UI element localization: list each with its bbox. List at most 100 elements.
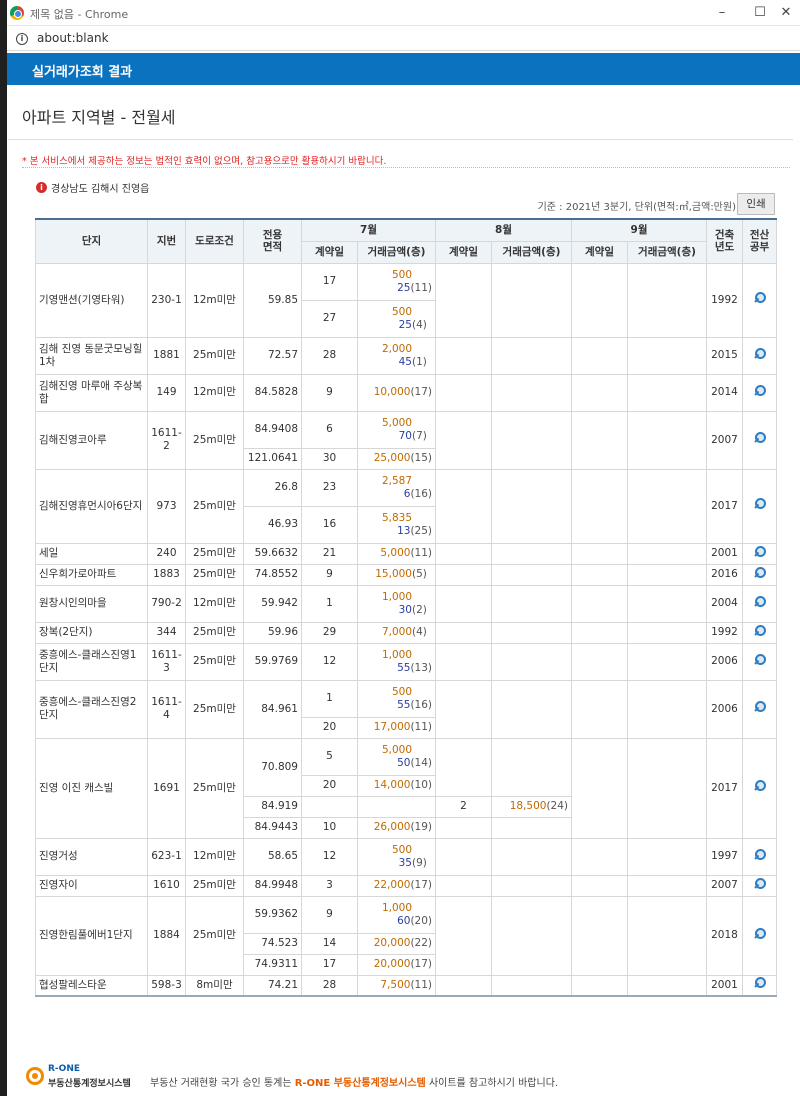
magnifier-icon[interactable] [754,848,766,861]
table-row: 원창시인의마을 790-2 12m미만 59.942 1 1,000 30(2) … [35,584,777,623]
magnifier-icon[interactable] [754,624,766,637]
col-registry: 전산 공부 [742,218,777,264]
road-condition: 25m미만 [185,679,244,739]
lot-number: 230-1 [147,262,186,338]
built-year: 2001 [706,974,743,997]
area-value: 74.8552 [243,563,302,586]
magnifier-icon[interactable] [754,545,766,558]
built-year: 2016 [706,563,743,586]
detail-link[interactable] [742,874,777,897]
lot-number: 1691 [147,737,186,839]
detail-link[interactable] [742,837,777,876]
contract-day: 10 [301,816,358,839]
detail-link[interactable] [742,410,777,470]
maximize-icon[interactable]: ☐ [750,3,770,23]
url-text[interactable]: about:blank [37,31,109,45]
table-row: 세일 240 25m미만 59.6632 21 5,000(11) 2001 [35,542,777,565]
detail-link[interactable] [742,621,777,644]
road-condition: 12m미만 [185,584,244,623]
magnifier-icon[interactable] [754,977,766,989]
contract-day: 28 [301,974,358,997]
area-value: 59.6632 [243,542,302,565]
deal-amount: 14,000(10) [357,774,436,797]
divider [8,139,793,140]
built-year: 2017 [706,737,743,839]
detail-link[interactable] [742,468,777,544]
deal-amount: 1,000 30(2) [357,584,436,623]
magnifier-icon[interactable] [754,780,766,792]
road-condition: 25m미만 [185,563,244,586]
detail-link[interactable] [742,895,777,976]
close-icon[interactable]: ✕ [776,3,796,23]
area-value: 84.5828 [243,373,302,412]
contract-day: 12 [301,837,358,876]
road-condition: 8m미만 [185,974,244,997]
contract-day: 29 [301,621,358,644]
col-month8: 8월 [435,218,572,242]
col-m8-day: 계약일 [435,240,492,264]
magnifier-icon[interactable] [754,347,766,360]
contract-day: 17 [301,953,358,976]
area-value: 84.9443 [243,816,302,839]
complex-name: 기영맨션(기영타워) [35,262,148,338]
detail-link[interactable] [742,563,777,586]
region-label: i 경상남도 김해시 진영읍 [36,180,149,195]
detail-link[interactable] [742,642,777,681]
area-value: 74.523 [243,932,302,955]
built-year: 1992 [706,621,743,644]
detail-link[interactable] [742,373,777,412]
magnifier-icon[interactable] [754,292,766,304]
table-header: 단지 지번 도로조건 전용 면적 7월 8월 9월 건축 년도 전산 공부 계약일 거… [35,218,777,264]
col-month7: 7월 [301,218,436,242]
info-icon[interactable]: i [16,33,28,45]
detail-link[interactable] [742,584,777,623]
table-row: 장복(2단지) 344 25m미만 59.96 29 7,000(4) 1992 [35,621,777,644]
road-condition: 25m미만 [185,410,244,470]
deal-amount: 500 25(11) [357,262,436,301]
magnifier-icon[interactable] [754,432,766,444]
table-body: 기영맨션(기영타워) 230-1 12m미만 59.85 17 500 25(11… [35,262,777,997]
deal-amount: 2,587 6(16) [357,468,436,507]
footer-text: 부동산 거래현황 국가 승인 통계는 R-ONE 부동산통계정보시스템 사이트를… [150,1078,559,1089]
detail-link[interactable] [742,336,777,375]
detail-link[interactable] [742,542,777,565]
contract-day: 16 [301,505,358,544]
detail-link[interactable] [742,974,777,997]
lot-number: 790-2 [147,584,186,623]
contract-day: 1 [301,584,358,623]
result-header-title: 실거래가조회 결과 [32,65,133,80]
left-window-edge [0,0,7,1096]
r-one-link[interactable]: R-ONE 부동산통계정보시스템 [295,1078,426,1089]
magnifier-icon[interactable] [754,384,766,397]
location-icon: i [36,182,47,193]
deal-amount: 1,000 60(20) [357,895,436,934]
detail-link[interactable] [742,737,777,839]
magnifier-icon[interactable] [754,701,766,713]
minimize-icon[interactable]: – [712,3,732,23]
complex-name: 신우희가로아파트 [35,563,148,586]
contract-day: 20 [301,774,358,797]
deal-amount: 15,000(5) [357,563,436,586]
address-bar[interactable]: i about:blank [0,27,800,51]
deal-amount: 2,000 45(1) [357,336,436,375]
complex-name: 협성팔레스타운 [35,974,148,997]
road-condition: 25m미만 [185,542,244,565]
magnifier-icon[interactable] [754,927,766,940]
detail-link[interactable] [742,262,777,338]
complex-name: 김해진영휴먼시아6단지 [35,468,148,544]
col-month9: 9월 [571,218,707,242]
magnifier-icon[interactable] [754,566,766,579]
r-one-logo[interactable]: R-ONE 부동산통계정보시스템 [26,1064,146,1090]
contract-day: 17 [301,262,358,301]
deal-amount: 25,000(15) [357,447,436,470]
detail-link[interactable] [742,679,777,739]
magnifier-icon[interactable] [754,498,766,510]
magnifier-icon[interactable] [754,877,766,890]
area-value: 84.9948 [243,874,302,897]
lot-number: 1884 [147,895,186,976]
print-button[interactable]: 인쇄 [737,193,775,215]
contract-day: 30 [301,447,358,470]
magnifier-icon[interactable] [754,653,766,666]
built-year: 2017 [706,468,743,544]
magnifier-icon[interactable] [754,595,766,608]
